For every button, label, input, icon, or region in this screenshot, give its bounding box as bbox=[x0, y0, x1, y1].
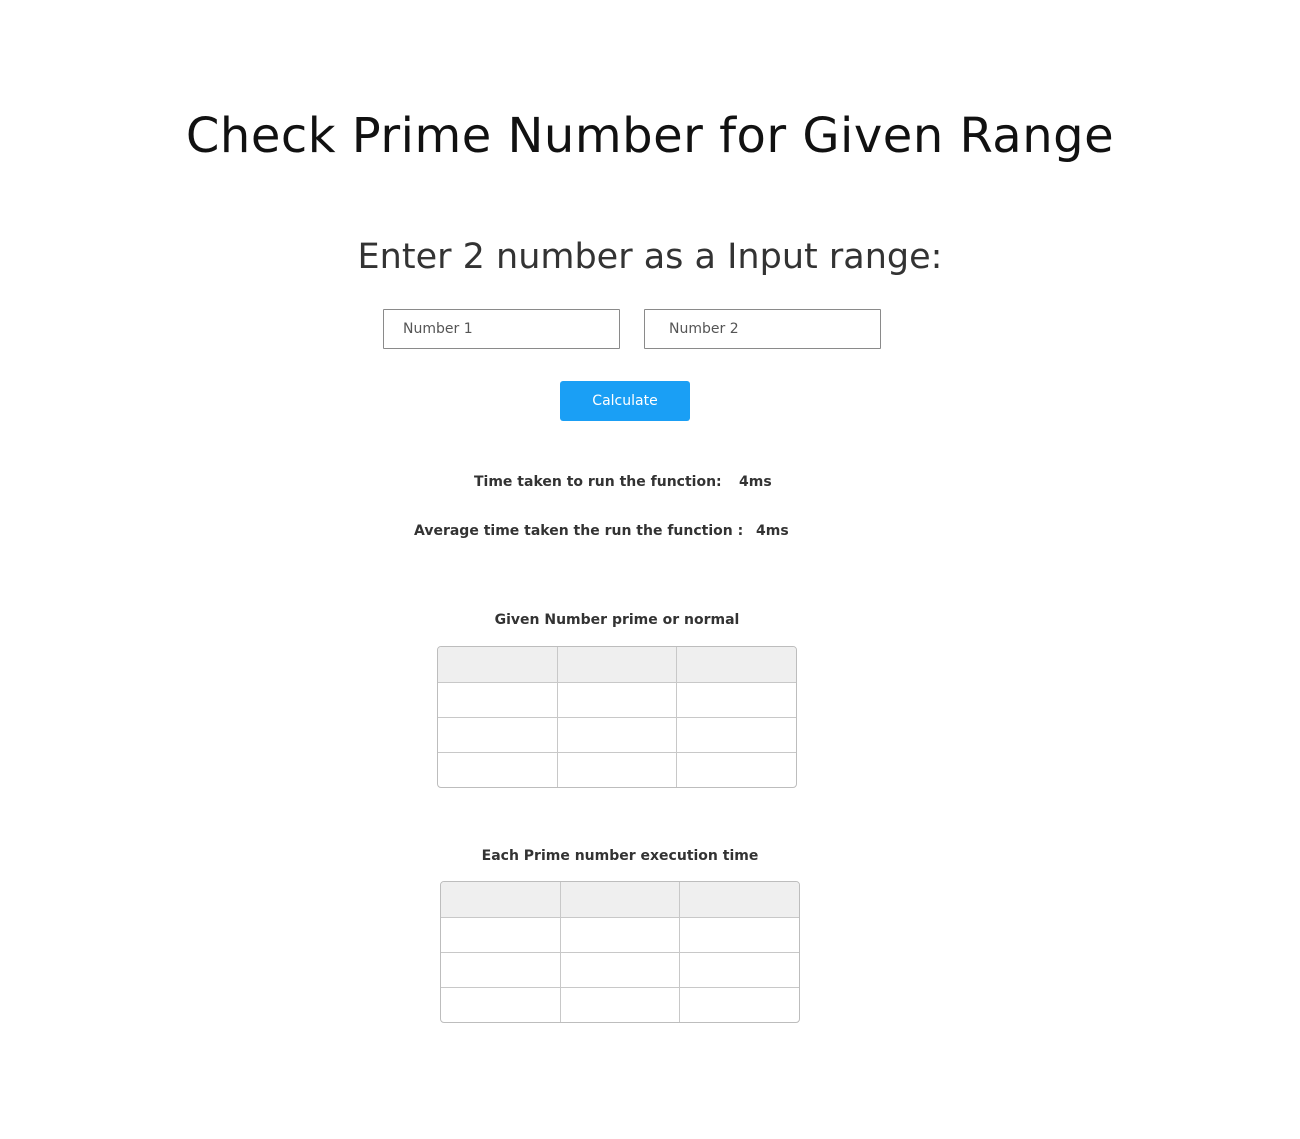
table-cell bbox=[557, 682, 678, 718]
table-cell bbox=[560, 987, 681, 1022]
page: Check Prime Number for Given Range Enter… bbox=[0, 0, 1300, 1139]
time-taken-label: Time taken to run the function: bbox=[474, 474, 722, 490]
execution-time-caption: Each Prime number execution time bbox=[481, 848, 759, 864]
table-cell bbox=[441, 917, 561, 953]
table-header-row bbox=[438, 647, 796, 683]
table-row bbox=[438, 752, 796, 787]
average-time-label: Average time taken the run the function … bbox=[414, 523, 744, 539]
table-header-cell bbox=[438, 647, 558, 683]
table-row bbox=[441, 987, 799, 1022]
table-cell bbox=[676, 682, 796, 718]
table-row bbox=[438, 717, 796, 753]
table-header-cell bbox=[441, 882, 561, 918]
average-time-value: 4ms bbox=[756, 523, 789, 539]
table-cell bbox=[560, 952, 681, 988]
number-1-input[interactable] bbox=[383, 309, 620, 349]
prime-or-normal-table bbox=[437, 646, 797, 788]
table-header-cell bbox=[560, 882, 681, 918]
table-header-cell bbox=[676, 647, 796, 683]
prime-or-normal-caption: Given Number prime or normal bbox=[494, 612, 740, 628]
table-cell bbox=[676, 717, 796, 753]
table-row bbox=[438, 682, 796, 718]
page-title: Check Prime Number for Given Range bbox=[185, 108, 1115, 164]
table-header-cell bbox=[679, 882, 799, 918]
time-taken-value: 4ms bbox=[739, 474, 772, 490]
number-2-input[interactable] bbox=[644, 309, 881, 349]
table-cell bbox=[677, 752, 796, 787]
table-cell bbox=[680, 987, 799, 1022]
table-cell bbox=[679, 917, 799, 953]
calculate-button[interactable]: Calculate bbox=[560, 381, 690, 421]
table-cell bbox=[438, 717, 558, 753]
table-cell bbox=[438, 752, 558, 787]
table-header-row bbox=[441, 882, 799, 918]
table-cell bbox=[560, 917, 681, 953]
execution-time-table bbox=[440, 881, 800, 1023]
table-cell bbox=[679, 952, 799, 988]
table-cell bbox=[441, 987, 561, 1022]
table-header-cell bbox=[557, 647, 678, 683]
table-cell bbox=[438, 682, 558, 718]
table-row bbox=[441, 917, 799, 953]
input-range-heading: Enter 2 number as a Input range: bbox=[357, 237, 943, 277]
table-cell bbox=[441, 952, 561, 988]
table-cell bbox=[557, 752, 678, 787]
table-cell bbox=[557, 717, 678, 753]
table-row bbox=[441, 952, 799, 988]
